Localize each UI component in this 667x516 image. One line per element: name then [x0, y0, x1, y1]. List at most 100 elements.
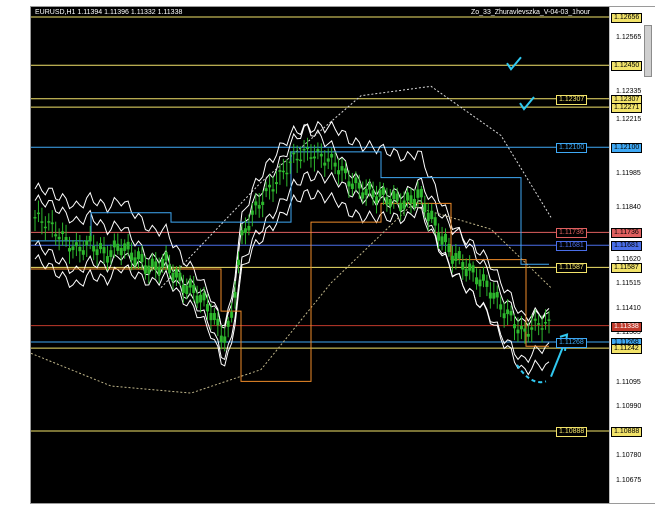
candle-body: [64, 237, 68, 241]
level-price-box: 1.12656: [611, 13, 643, 23]
candle-body: [330, 153, 334, 158]
candle-body: [219, 335, 223, 343]
candle-body: [340, 166, 344, 171]
candle-body: [43, 226, 47, 229]
candle-body: [526, 333, 530, 337]
candle-body: [478, 279, 482, 287]
candle-body: [195, 295, 199, 304]
price-tick-label: 1.10675: [616, 476, 642, 484]
candle-body: [444, 233, 448, 243]
candle-body: [378, 189, 382, 197]
level-price-box: 1.11681: [611, 241, 642, 252]
price-tick-label: 1.10990: [616, 403, 642, 411]
candle-body: [243, 228, 247, 234]
forecast-arrow: [516, 364, 547, 384]
candle-body: [388, 198, 392, 207]
candle-body: [147, 265, 151, 274]
candle-body: [199, 294, 203, 303]
candle-body: [171, 272, 175, 282]
candle-body: [426, 212, 430, 222]
candle-body: [399, 202, 403, 212]
candle-body: [192, 285, 196, 293]
candle-body: [67, 248, 71, 252]
candle-body: [350, 183, 354, 189]
candle-body: [447, 243, 451, 253]
candle-body: [54, 234, 58, 237]
candle-body: [274, 182, 278, 185]
scroll-handle[interactable]: [644, 25, 652, 77]
candle-body: [316, 149, 320, 152]
candle-body: [375, 196, 379, 204]
candle-body: [506, 309, 510, 315]
candle-body: [71, 246, 75, 251]
candle-body: [112, 240, 116, 248]
chart-title: EURUSD,H1 1.11394 1.11396 1.11332 1.1133…: [35, 9, 183, 16]
candle-body: [488, 292, 492, 299]
candle-body: [250, 210, 254, 215]
price-tick-label: 1.11985: [616, 170, 641, 178]
candle-body: [233, 292, 237, 298]
chart-window[interactable]: EURUSD,H1 1.11394 1.11396 1.11332 1.1133…: [30, 6, 655, 504]
candle-body: [430, 210, 434, 220]
candle-body: [412, 198, 416, 208]
candle-body: [143, 265, 147, 274]
candle-body: [116, 243, 120, 251]
candle-body: [133, 257, 137, 266]
dashed-lower-curve: [30, 205, 552, 394]
candle-body: [140, 254, 144, 263]
candle-body: [547, 319, 551, 321]
candle-body: [226, 320, 230, 327]
price-tick-label: 1.11410: [616, 304, 641, 312]
candle-body: [326, 158, 330, 162]
candle-body: [368, 182, 372, 190]
orange-step-line: [31, 202, 549, 382]
candle-body: [464, 268, 468, 277]
level-price-box: 1.11587: [611, 263, 642, 274]
candle-body: [40, 221, 44, 223]
candle-body: [481, 274, 485, 281]
candle-body: [454, 253, 458, 261]
candle-body: [50, 222, 54, 225]
candle-body: [457, 251, 461, 259]
candle-body: [81, 250, 85, 255]
candle-body: [109, 250, 113, 257]
candle-body: [288, 161, 292, 164]
candle-body: [33, 216, 37, 219]
candle-body: [347, 181, 351, 187]
price-scale[interactable]: 1.126561.125651.124501.123351.122711.122…: [609, 7, 655, 503]
price-tick-label: 1.11515: [616, 280, 641, 288]
candle-body: [150, 258, 154, 267]
candle-body: [264, 188, 268, 192]
candle-body: [136, 251, 140, 260]
candle-body: [281, 170, 285, 173]
candle-body: [74, 242, 78, 247]
candle-body: [178, 272, 182, 282]
candle-body: [261, 201, 265, 206]
candle-body: [202, 292, 206, 301]
level-tag: 1.12100: [556, 143, 588, 154]
level-tag: 1.11268: [556, 338, 587, 349]
candle-body: [247, 225, 251, 231]
candle-body: [381, 187, 385, 195]
candle-body: [209, 313, 213, 321]
candle-body: [537, 323, 541, 325]
candle-body: [354, 177, 358, 184]
candle-body: [302, 148, 306, 151]
candle-body: [119, 247, 123, 256]
chart-area[interactable]: EURUSD,H1 1.11394 1.11396 1.11332 1.1133…: [30, 7, 609, 503]
candle-body: [57, 236, 61, 240]
candle-body: [513, 324, 517, 329]
candle-body: [157, 266, 161, 276]
outer-upper-band-line: [34, 120, 550, 329]
candle-body: [102, 247, 106, 254]
candle-body: [271, 189, 275, 192]
chart-canvas[interactable]: [30, 7, 609, 503]
candle-body: [92, 245, 96, 252]
candle-body: [519, 325, 523, 330]
candle-body: [168, 264, 172, 273]
current-price-box: 1.11338: [611, 321, 642, 332]
candle-body: [416, 189, 420, 198]
candle-body: [78, 246, 82, 252]
candle-body: [36, 212, 40, 215]
candle-body: [185, 285, 189, 294]
